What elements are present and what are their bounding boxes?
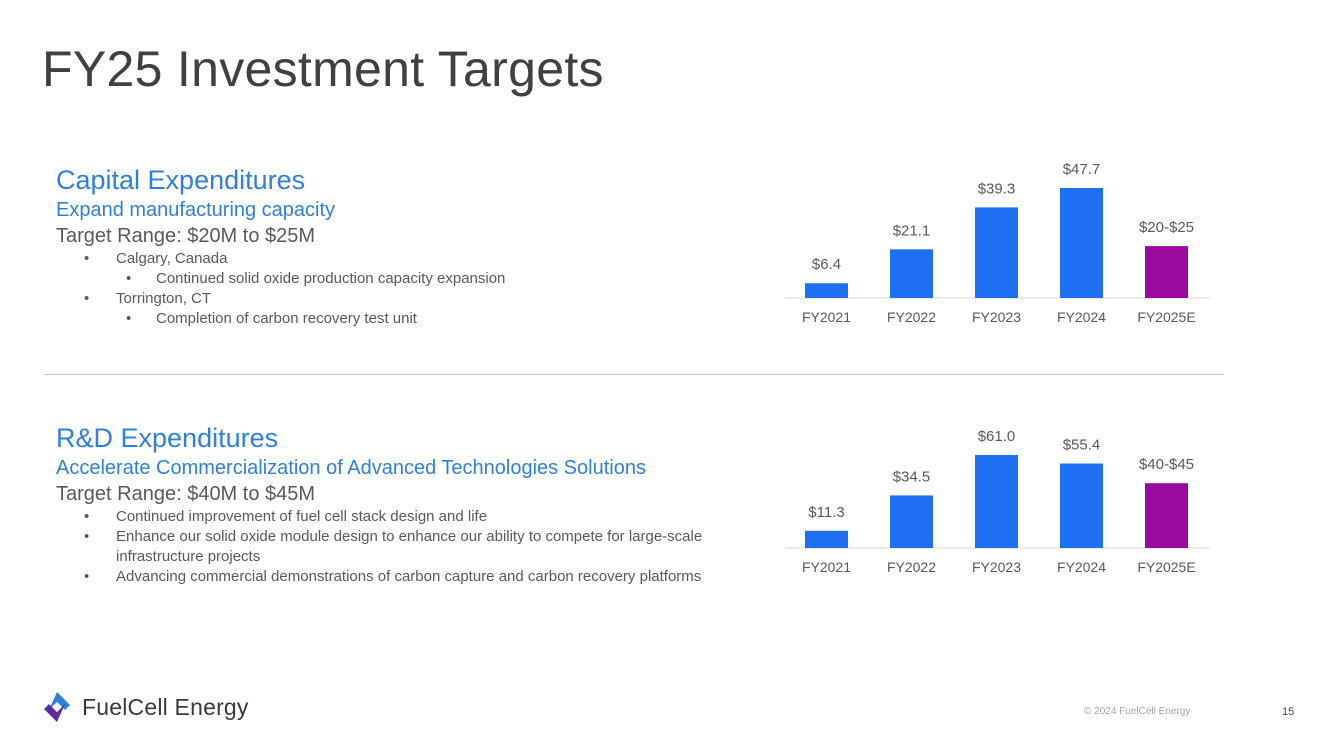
chart-data-label: $34.5 <box>893 468 931 485</box>
page-number: 15 <box>1282 706 1295 718</box>
chart-bar-fy2023 <box>975 207 1018 298</box>
bullet-text: Completion of carbon recovery test unit <box>156 310 417 327</box>
chart-bar-fy2025e <box>1145 246 1188 298</box>
bullet-icon: • <box>84 568 90 585</box>
bullet-icon: • <box>84 528 90 545</box>
capex-subheading: Expand manufacturing capacity <box>56 199 336 221</box>
bullet-item: • Enhance our solid oxide module design t… <box>56 527 776 567</box>
chart-bar-fy2025e <box>1145 483 1188 548</box>
chart-bar-fy2024 <box>1060 463 1103 548</box>
copyright-text: © 2024 FuelCell Energy <box>1084 706 1191 717</box>
chart-tick-label: FY2024 <box>1057 309 1106 325</box>
chart-data-label: $40-$45 <box>1139 456 1194 473</box>
chart-data-label: $61.0 <box>978 428 1016 445</box>
rd-heading: R&D Expenditures <box>56 423 279 453</box>
chart-tick-label: FY2021 <box>802 559 851 575</box>
chart-bar-fy2021 <box>805 283 848 298</box>
chart-bar-fy2024 <box>1060 188 1103 298</box>
chart-tick-label: FY2021 <box>802 309 851 325</box>
bullet-icon: • <box>84 508 90 525</box>
rd-section: R&D Expenditures Accelerate Commercializ… <box>56 422 776 587</box>
rd-target-range: Target Range: $40M to $45M <box>56 483 316 505</box>
chart-bar-fy2021 <box>805 530 848 548</box>
chart-data-label: $39.3 <box>978 180 1016 197</box>
rd-bullet-list: • Continued improvement of fuel cell stac… <box>56 507 776 587</box>
bullet-icon: • <box>126 270 132 287</box>
bullet-text: Torrington, CT <box>116 290 212 307</box>
chart-bar-fy2022 <box>890 495 933 548</box>
rd-subheading: Accelerate Commercialization of Advanced… <box>56 457 646 479</box>
bullet-icon: • <box>84 250 90 267</box>
chart-data-label: $55.4 <box>1063 437 1101 454</box>
bullet-item: • Calgary, Canada <box>56 249 776 269</box>
chart-data-label: $6.4 <box>812 256 841 273</box>
bullet-item: • Continued improvement of fuel cell stac… <box>56 507 776 527</box>
chart-data-label: $11.3 <box>808 504 844 521</box>
capex-heading: Capital Expenditures <box>56 165 306 195</box>
chart-data-label: $47.7 <box>1063 161 1101 178</box>
chart-tick-label: FY2022 <box>887 309 936 325</box>
bullet-item: • Advancing commercial demonstrations of … <box>56 567 776 587</box>
fuelcell-logo-icon <box>44 692 70 722</box>
capex-bullet-list: • Calgary, Canada • Continued solid oxide … <box>56 249 776 329</box>
bullet-text: Continued improvement of fuel cell stack… <box>116 508 488 525</box>
section-divider <box>44 374 1224 375</box>
chart-data-label: $20-$25 <box>1139 219 1194 236</box>
bullet-item: • Completion of carbon recovery test unit <box>56 309 776 329</box>
bullet-item: • Torrington, CT <box>56 289 776 309</box>
chart-data-label: $21.1 <box>893 222 931 239</box>
bullet-text: Continued solid oxide production capacit… <box>156 270 506 287</box>
chart-tick-label: FY2023 <box>972 309 1021 325</box>
page-title: FY25 Investment Targets <box>42 41 604 97</box>
capex-target-range: Target Range: $20M to $25M <box>56 225 316 247</box>
chart-tick-label: FY2025E <box>1137 559 1195 575</box>
bullet-icon: • <box>126 310 132 327</box>
chart-bar-fy2022 <box>890 249 933 298</box>
chart-bar-fy2023 <box>975 455 1018 548</box>
brand-name: FuelCell Energy <box>82 693 249 720</box>
bullet-item: • Continued solid oxide production capaci… <box>56 269 776 289</box>
chart-tick-label: FY2022 <box>887 559 936 575</box>
rd-bar-chart: $11.3 FY2021 $34.5 FY2022 $61.0 FY2023 $55.4 FY… <box>785 428 1210 575</box>
bullet-icon: • <box>84 290 90 307</box>
chart-tick-label: FY2024 <box>1057 559 1106 575</box>
bullet-text: Advancing commercial demonstrations of c… <box>116 568 702 585</box>
chart-tick-label: FY2023 <box>972 559 1021 575</box>
bullet-text: Enhance our solid oxide module design to… <box>116 528 703 565</box>
chart-tick-label: FY2025E <box>1137 309 1195 325</box>
capex-bar-chart: $6.4 FY2021 $21.1 FY2022 $39.3 FY2023 $47.7 FY2… <box>785 161 1210 325</box>
bullet-text: Calgary, Canada <box>116 250 228 267</box>
footer-logo: FuelCell Energy <box>40 690 249 724</box>
capex-section: Capital Expenditures Expand manufacturin… <box>56 164 776 329</box>
